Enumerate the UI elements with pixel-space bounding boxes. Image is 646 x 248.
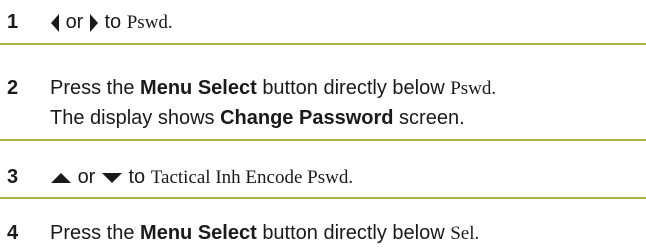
to-word: to xyxy=(104,11,122,33)
down-arrow-icon xyxy=(101,171,123,185)
or-word: or xyxy=(65,11,84,33)
screen-name: Change Password xyxy=(220,107,394,129)
step-number: 2 xyxy=(7,77,19,99)
press-text: Press the xyxy=(50,222,135,244)
step-text: or to Tactical Inh Encode Pswd. xyxy=(50,164,353,191)
step-text: Press the Menu Select button directly be… xyxy=(50,220,479,247)
step-text-line-2: The display shows Change Password screen… xyxy=(50,105,465,131)
step-text: or to Pswd. xyxy=(50,9,173,36)
step-number: 3 xyxy=(7,166,19,188)
step-text-line-1: Press the Menu Select button directly be… xyxy=(50,75,496,102)
rest-text: button directly below xyxy=(262,222,445,244)
right-arrow-icon xyxy=(89,13,99,33)
press-text: Press the xyxy=(50,77,135,99)
target-item: Sel. xyxy=(450,223,480,244)
procedure-steps: 1 or to Pswd. 2 Press the Menu Select bu… xyxy=(0,0,646,248)
button-name: Menu Select xyxy=(140,77,257,99)
display-prefix: The display shows xyxy=(50,107,215,129)
or-word: or xyxy=(77,166,96,188)
target-item: Tactical Inh Encode Pswd. xyxy=(150,167,354,188)
display-suffix: screen. xyxy=(399,107,465,129)
step-number: 1 xyxy=(7,11,19,33)
left-arrow-icon xyxy=(50,13,60,33)
divider xyxy=(0,43,646,45)
rest-text: button directly below xyxy=(262,77,445,99)
up-arrow-icon xyxy=(50,171,72,185)
step-number: 4 xyxy=(7,222,19,244)
divider xyxy=(0,197,646,199)
target-item: Pswd. xyxy=(450,78,497,99)
divider xyxy=(0,139,646,141)
button-name: Menu Select xyxy=(140,222,257,244)
to-word: to xyxy=(128,166,146,188)
target-item: Pswd. xyxy=(126,12,173,33)
